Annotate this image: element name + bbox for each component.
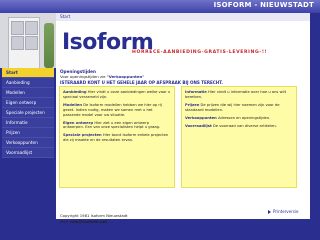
bottom-bar [0,230,320,240]
mail-label: Mail: [60,218,71,224]
mail-link[interactable]: info@isoform.net [70,219,107,224]
box-item-label[interactable]: Verkooppunten [185,116,217,120]
door-frame [8,17,40,68]
box-item: Modellen De Isoform modellen hebben we h… [63,103,171,118]
slogan: HORRECE-AANBIEDING-GRATIS-LEVERING-!! [132,50,268,55]
box-item: Aanbieding Hier vindt u onze aanbiedinge… [63,90,171,100]
printer-version-link[interactable]: Printerversie [268,209,298,214]
sidebar-item-aanbieding[interactable]: Aanbieding [2,78,54,88]
box-item-text: De prijzen die wij hier noemen zijn voor… [185,102,280,112]
sidebar-item-prijzen[interactable]: Prijzen [2,128,54,138]
box-item: Verkooppunten Adressen en openingstijden… [185,116,293,121]
sidebar-item-eigen-ontwerp[interactable]: Eigen ontwerp [2,98,54,108]
sidebar-item-voorraadlijst[interactable]: Voorraadlijst [2,148,54,158]
verkooppunten-link[interactable]: "Verkooppunten" [107,74,145,79]
box-item: Informatie Hier vindt u informatie over … [185,90,293,100]
box-item-label[interactable]: Speciale projecten [63,133,102,137]
box-item: Speciale projecten Hier toont Isoform en… [63,133,171,143]
main-panel: Start Isoform HORRECE-AANBIEDING-GRATIS-… [56,13,310,224]
info-box-right: Informatie Hier vindt u informatie over … [181,86,297,188]
mail-line: Mail: info@isoform.net [60,219,128,225]
appointment-note: ISTERAARD KONT U HET GEHELE JAAR OP AFSP… [60,79,223,85]
door-photo [0,13,56,68]
sidebar-item-speciale-projecten[interactable]: Speciale projecten [2,108,54,118]
box-item-text: Adressen en openingstijden. [218,115,271,120]
box-item-text: De voorraad van diverse artikelen. [212,123,277,128]
info-box-left: Aanbieding Hier vindt u onze aanbiedinge… [59,86,175,188]
top-bar: ISOFORM - NIEUWSTADT [0,0,320,13]
box-item-label[interactable]: Informatie [185,90,207,94]
sidebar-item-verkooppunten[interactable]: Verkooppunten [2,138,54,148]
box-item-label[interactable]: Eigen ontwerp [63,121,93,125]
sidebar-nav: Start Aanbieding Modellen Eigen ontwerp … [2,68,54,158]
box-item: Eigen ontwerp Hier ziet u een eigen ontw… [63,121,171,131]
sidebar-item-modellen[interactable]: Modellen [2,88,54,98]
sidebar-item-informatie[interactable]: Informatie [2,118,54,128]
breadcrumb[interactable]: Start [56,13,310,21]
box-item-label[interactable]: Aanbieding [63,90,87,94]
box-item: Voorraadlijst De voorraad van diverse ar… [185,124,293,129]
plant-image [44,23,54,68]
box-item-label[interactable]: Modellen [63,103,82,107]
box-item-label[interactable]: Voorraadlijst [185,124,212,128]
intro-section: Openingstijden Voor openingstijden zie "… [60,69,306,86]
sidebar-item-start[interactable]: Start [2,68,54,78]
opening-hours-text-pre: Voor openingstijden zie [60,74,107,79]
box-item-label[interactable]: Prijzen [185,103,199,107]
footer: Copyright 1981 Isoform Nieuwstadt Mail: … [60,213,128,224]
arrow-right-icon [268,210,271,214]
printer-version-label: Printerversie [273,209,299,214]
site-brand: ISOFORM - NIEUWSTADT [213,1,314,9]
box-item: Prijzen De prijzen die wij hier noemen z… [185,103,293,113]
